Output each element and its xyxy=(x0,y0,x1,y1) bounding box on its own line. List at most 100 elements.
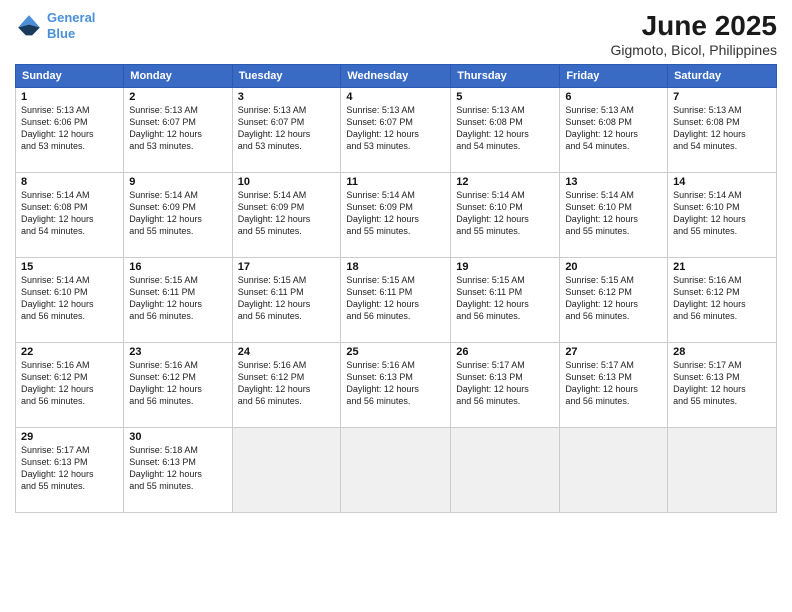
table-row: 28 Sunrise: 5:17 AMSunset: 6:13 PMDaylig… xyxy=(668,343,777,428)
day-number: 23 xyxy=(129,346,226,358)
day-info: Sunrise: 5:17 AMSunset: 6:13 PMDaylight:… xyxy=(565,359,662,408)
day-info: Sunrise: 5:14 AMSunset: 6:10 PMDaylight:… xyxy=(565,189,662,238)
table-row: 25 Sunrise: 5:16 AMSunset: 6:13 PMDaylig… xyxy=(341,343,451,428)
day-info: Sunrise: 5:16 AMSunset: 6:12 PMDaylight:… xyxy=(21,359,118,408)
day-number: 20 xyxy=(565,261,662,273)
logo-icon xyxy=(15,12,43,40)
day-number: 8 xyxy=(21,176,118,188)
header-sunday: Sunday xyxy=(16,65,124,88)
table-row: 10 Sunrise: 5:14 AMSunset: 6:09 PMDaylig… xyxy=(232,173,341,258)
title-block: June 2025 Gigmoto, Bicol, Philippines xyxy=(610,10,777,58)
day-info: Sunrise: 5:14 AMSunset: 6:09 PMDaylight:… xyxy=(238,189,336,238)
day-number: 2 xyxy=(129,91,226,103)
table-row: 14 Sunrise: 5:14 AMSunset: 6:10 PMDaylig… xyxy=(668,173,777,258)
table-row: 4 Sunrise: 5:13 AMSunset: 6:07 PMDayligh… xyxy=(341,88,451,173)
day-info: Sunrise: 5:16 AMSunset: 6:13 PMDaylight:… xyxy=(346,359,445,408)
day-number: 10 xyxy=(238,176,336,188)
day-number: 13 xyxy=(565,176,662,188)
table-row: 3 Sunrise: 5:13 AMSunset: 6:07 PMDayligh… xyxy=(232,88,341,173)
day-number: 15 xyxy=(21,261,118,273)
day-number: 21 xyxy=(673,261,771,273)
table-row: 18 Sunrise: 5:15 AMSunset: 6:11 PMDaylig… xyxy=(341,258,451,343)
day-info: Sunrise: 5:13 AMSunset: 6:07 PMDaylight:… xyxy=(346,104,445,153)
table-row: 13 Sunrise: 5:14 AMSunset: 6:10 PMDaylig… xyxy=(560,173,668,258)
table-row: 24 Sunrise: 5:16 AMSunset: 6:12 PMDaylig… xyxy=(232,343,341,428)
day-number: 11 xyxy=(346,176,445,188)
day-info: Sunrise: 5:14 AMSunset: 6:10 PMDaylight:… xyxy=(673,189,771,238)
header: General Blue June 2025 Gigmoto, Bicol, P… xyxy=(15,10,777,58)
day-number: 24 xyxy=(238,346,336,358)
logo-line2: Blue xyxy=(47,26,75,41)
day-info: Sunrise: 5:16 AMSunset: 6:12 PMDaylight:… xyxy=(673,274,771,323)
table-row: 29 Sunrise: 5:17 AMSunset: 6:13 PMDaylig… xyxy=(16,428,124,513)
day-info: Sunrise: 5:14 AMSunset: 6:10 PMDaylight:… xyxy=(21,274,118,323)
table-row: 19 Sunrise: 5:15 AMSunset: 6:11 PMDaylig… xyxy=(451,258,560,343)
calendar-header-row: Sunday Monday Tuesday Wednesday Thursday… xyxy=(16,65,777,88)
calendar-week-4: 22 Sunrise: 5:16 AMSunset: 6:12 PMDaylig… xyxy=(16,343,777,428)
day-info: Sunrise: 5:15 AMSunset: 6:11 PMDaylight:… xyxy=(238,274,336,323)
day-info: Sunrise: 5:14 AMSunset: 6:10 PMDaylight:… xyxy=(456,189,554,238)
day-info: Sunrise: 5:13 AMSunset: 6:08 PMDaylight:… xyxy=(456,104,554,153)
table-row xyxy=(232,428,341,513)
day-info: Sunrise: 5:17 AMSunset: 6:13 PMDaylight:… xyxy=(673,359,771,408)
header-tuesday: Tuesday xyxy=(232,65,341,88)
logo-line1: General xyxy=(47,10,95,25)
page: General Blue June 2025 Gigmoto, Bicol, P… xyxy=(0,0,792,612)
calendar-week-2: 8 Sunrise: 5:14 AMSunset: 6:08 PMDayligh… xyxy=(16,173,777,258)
day-info: Sunrise: 5:14 AMSunset: 6:09 PMDaylight:… xyxy=(129,189,226,238)
day-info: Sunrise: 5:13 AMSunset: 6:07 PMDaylight:… xyxy=(238,104,336,153)
day-number: 9 xyxy=(129,176,226,188)
day-number: 25 xyxy=(346,346,445,358)
day-info: Sunrise: 5:17 AMSunset: 6:13 PMDaylight:… xyxy=(21,444,118,493)
day-info: Sunrise: 5:15 AMSunset: 6:11 PMDaylight:… xyxy=(346,274,445,323)
day-info: Sunrise: 5:15 AMSunset: 6:11 PMDaylight:… xyxy=(129,274,226,323)
table-row: 11 Sunrise: 5:14 AMSunset: 6:09 PMDaylig… xyxy=(341,173,451,258)
table-row: 9 Sunrise: 5:14 AMSunset: 6:09 PMDayligh… xyxy=(124,173,232,258)
day-number: 12 xyxy=(456,176,554,188)
day-number: 26 xyxy=(456,346,554,358)
table-row: 2 Sunrise: 5:13 AMSunset: 6:07 PMDayligh… xyxy=(124,88,232,173)
table-row xyxy=(341,428,451,513)
table-row: 20 Sunrise: 5:15 AMSunset: 6:12 PMDaylig… xyxy=(560,258,668,343)
calendar-week-3: 15 Sunrise: 5:14 AMSunset: 6:10 PMDaylig… xyxy=(16,258,777,343)
logo-text: General Blue xyxy=(47,10,95,41)
table-row: 5 Sunrise: 5:13 AMSunset: 6:08 PMDayligh… xyxy=(451,88,560,173)
table-row: 17 Sunrise: 5:15 AMSunset: 6:11 PMDaylig… xyxy=(232,258,341,343)
calendar-week-5: 29 Sunrise: 5:17 AMSunset: 6:13 PMDaylig… xyxy=(16,428,777,513)
table-row xyxy=(451,428,560,513)
day-info: Sunrise: 5:13 AMSunset: 6:07 PMDaylight:… xyxy=(129,104,226,153)
day-number: 4 xyxy=(346,91,445,103)
day-info: Sunrise: 5:13 AMSunset: 6:08 PMDaylight:… xyxy=(673,104,771,153)
table-row: 7 Sunrise: 5:13 AMSunset: 6:08 PMDayligh… xyxy=(668,88,777,173)
header-saturday: Saturday xyxy=(668,65,777,88)
calendar-subtitle: Gigmoto, Bicol, Philippines xyxy=(610,42,777,58)
table-row xyxy=(560,428,668,513)
day-number: 19 xyxy=(456,261,554,273)
day-info: Sunrise: 5:13 AMSunset: 6:06 PMDaylight:… xyxy=(21,104,118,153)
table-row: 23 Sunrise: 5:16 AMSunset: 6:12 PMDaylig… xyxy=(124,343,232,428)
calendar-title: June 2025 xyxy=(610,10,777,42)
day-info: Sunrise: 5:17 AMSunset: 6:13 PMDaylight:… xyxy=(456,359,554,408)
logo: General Blue xyxy=(15,10,95,41)
table-row: 12 Sunrise: 5:14 AMSunset: 6:10 PMDaylig… xyxy=(451,173,560,258)
day-number: 3 xyxy=(238,91,336,103)
day-info: Sunrise: 5:16 AMSunset: 6:12 PMDaylight:… xyxy=(129,359,226,408)
table-row: 16 Sunrise: 5:15 AMSunset: 6:11 PMDaylig… xyxy=(124,258,232,343)
day-number: 30 xyxy=(129,431,226,443)
day-number: 18 xyxy=(346,261,445,273)
day-number: 14 xyxy=(673,176,771,188)
day-number: 5 xyxy=(456,91,554,103)
day-info: Sunrise: 5:15 AMSunset: 6:12 PMDaylight:… xyxy=(565,274,662,323)
table-row: 6 Sunrise: 5:13 AMSunset: 6:08 PMDayligh… xyxy=(560,88,668,173)
day-info: Sunrise: 5:15 AMSunset: 6:11 PMDaylight:… xyxy=(456,274,554,323)
calendar-table: Sunday Monday Tuesday Wednesday Thursday… xyxy=(15,64,777,513)
table-row: 27 Sunrise: 5:17 AMSunset: 6:13 PMDaylig… xyxy=(560,343,668,428)
day-info: Sunrise: 5:14 AMSunset: 6:08 PMDaylight:… xyxy=(21,189,118,238)
header-monday: Monday xyxy=(124,65,232,88)
day-info: Sunrise: 5:16 AMSunset: 6:12 PMDaylight:… xyxy=(238,359,336,408)
day-number: 6 xyxy=(565,91,662,103)
day-number: 17 xyxy=(238,261,336,273)
day-number: 29 xyxy=(21,431,118,443)
table-row: 15 Sunrise: 5:14 AMSunset: 6:10 PMDaylig… xyxy=(16,258,124,343)
table-row: 26 Sunrise: 5:17 AMSunset: 6:13 PMDaylig… xyxy=(451,343,560,428)
